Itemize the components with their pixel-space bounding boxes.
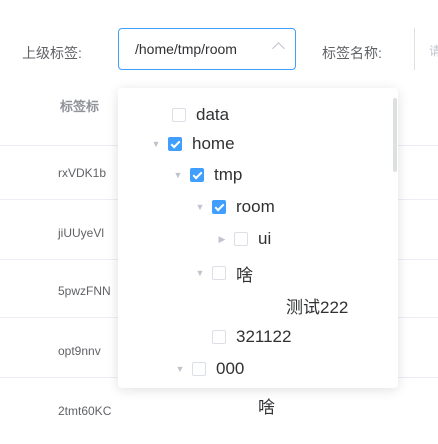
tree-node-321122[interactable]: ▶ 321122 (192, 324, 291, 350)
table-cell: opt9nnv (58, 344, 101, 358)
tree-node-tmp[interactable]: ▼ tmp (170, 162, 243, 188)
tree-node-checkbox[interactable] (212, 330, 226, 344)
caret-down-icon[interactable]: ▼ (172, 361, 188, 377)
tree-dropdown: ▶ data ▼ home ▼ tmp ▼ room ▶ ui ▼ 啥 ▶ 测试… (118, 88, 398, 417)
caret-down-icon[interactable]: ▼ (170, 167, 186, 183)
table-cell: jiUUyeVl (58, 226, 105, 240)
tree-node-label: data (196, 105, 230, 124)
tree-node-label: 啥 (258, 397, 275, 417)
tree-node-label: room (236, 197, 275, 216)
table-row[interactable]: 2tmt60KC (0, 384, 438, 438)
tag-name-input[interactable]: 请 (414, 28, 438, 70)
selected-path-value: /home/tmp/room (135, 41, 237, 57)
tree-node-ui[interactable]: ▶ ui (214, 226, 272, 252)
tree-node-checkbox[interactable] (212, 266, 226, 280)
tree-node-checkbox[interactable] (212, 200, 226, 214)
parent-tag-select[interactable]: /home/tmp/room (118, 28, 296, 70)
tree-node-label: 000 (216, 359, 245, 378)
parent-tag-label: 上级标签: (22, 45, 82, 61)
table-cell: rxVDK1b (58, 166, 107, 180)
tree-node-label: home (192, 134, 235, 153)
tree-node-data[interactable]: ▶ data (152, 102, 229, 128)
caret-down-icon[interactable]: ▼ (192, 265, 208, 281)
tree-node-checkbox[interactable] (190, 168, 204, 182)
tree-node-sha-leaf[interactable]: 啥 (258, 392, 275, 418)
tree-node-sha[interactable]: ▼ 啥 (192, 260, 253, 286)
tree-node-home[interactable]: ▼ home (148, 131, 235, 157)
table-cell: 2tmt60KC (58, 404, 112, 418)
dropdown-scrollbar[interactable] (393, 98, 397, 172)
tree-node-checkbox[interactable] (168, 137, 182, 151)
tree-node-label: ui (258, 229, 272, 248)
tree-node-000[interactable]: ▼ 000 (172, 356, 245, 382)
table-cell: 5pwzFNN (58, 284, 111, 298)
tree-node-checkbox[interactable] (172, 108, 186, 122)
tree-node-label: 测试222 (286, 297, 349, 317)
tree-node-room[interactable]: ▼ room (192, 194, 275, 220)
tag-name-label: 标签名称: (322, 45, 382, 61)
caret-down-icon[interactable]: ▼ (148, 136, 164, 152)
tree-node-label: tmp (214, 165, 243, 184)
tree-node-label: 啥 (236, 265, 253, 285)
chevron-up-icon[interactable] (272, 42, 285, 55)
tree-node-checkbox[interactable] (192, 362, 206, 376)
tree-node-checkbox[interactable] (234, 232, 248, 246)
tree-node-test222[interactable]: ▶ 测试222 (242, 292, 348, 318)
caret-right-icon[interactable]: ▶ (214, 231, 230, 247)
tree-node-label: 321122 (236, 327, 292, 346)
tag-name-placeholder: 请 (429, 44, 438, 58)
column-header-tag: 标签标 (60, 99, 100, 114)
caret-down-icon[interactable]: ▼ (192, 199, 208, 215)
